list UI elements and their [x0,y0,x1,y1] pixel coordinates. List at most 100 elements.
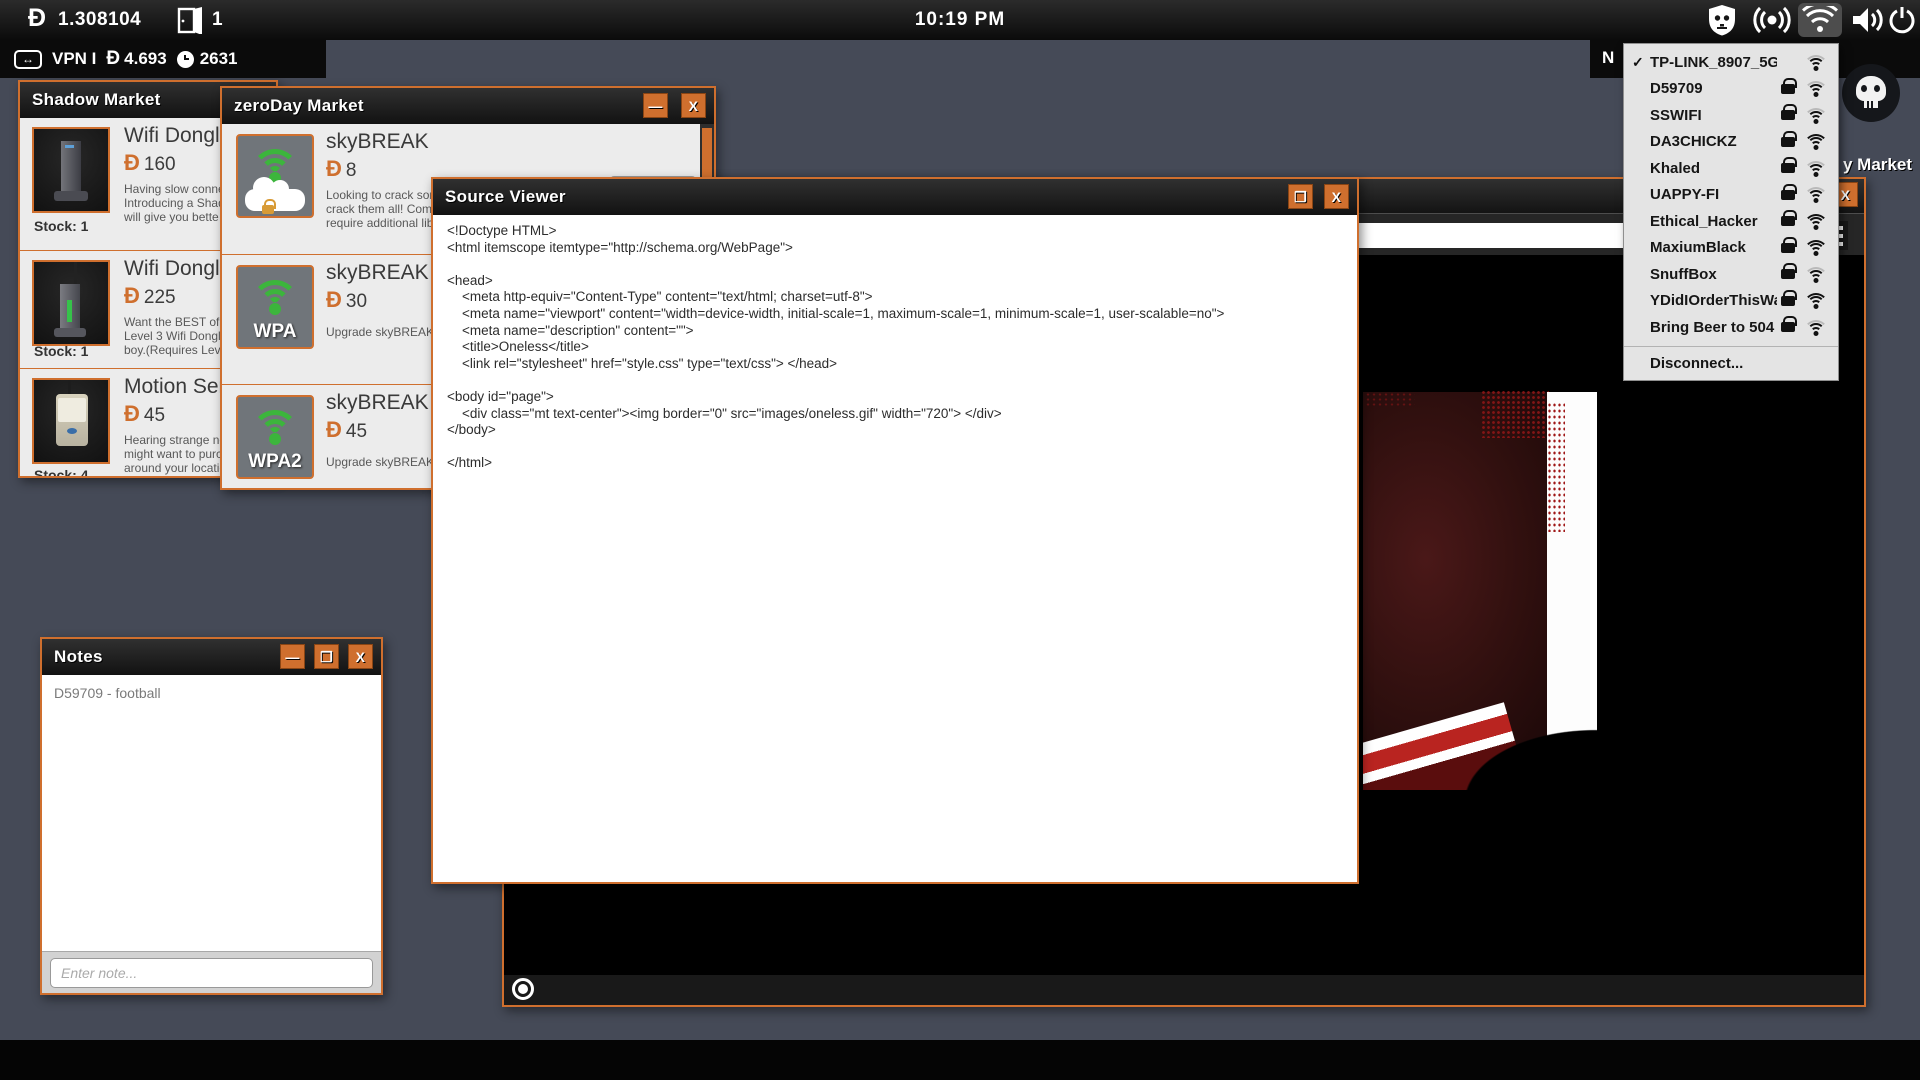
wifi-menu-item[interactable]: ✓ Ethical_Hacker [1624,208,1838,235]
lock-icon [1781,183,1797,200]
item-description: Having slow conne Introducing a Shad wil… [124,182,225,224]
lock-icon [1781,263,1797,280]
wifi-signal-icon [1804,80,1828,97]
wifi-tray-icon[interactable] [1798,3,1842,37]
skybreak-wpa2-icon: WPA2 [236,395,314,479]
item-title: skyBREAK [326,130,429,153]
close-icon[interactable]: X [348,644,373,669]
source-viewer-titlebar[interactable]: Source Viewer ❒ X [433,179,1357,215]
currency-icon: Đ [326,156,342,181]
close-icon[interactable]: X [1324,184,1349,209]
wifi-dongle-image [32,260,110,346]
lock-icon [1781,77,1797,94]
game-desktop: X y Market Shadow Market — S [0,0,1920,1080]
item-description: Upgrade skyBREAK w [326,455,447,469]
security-shield-skull-icon[interactable] [1700,3,1744,37]
lock-icon [1781,210,1797,227]
vpn-label[interactable]: VPN I [52,49,96,69]
lock-icon [1781,316,1797,333]
wifi-signal-icon [1804,133,1828,150]
window-title: Shadow Market [32,90,161,109]
status-bar: Đ 1.308104 1 10:19 PM [0,0,1920,40]
maximize-icon[interactable]: ❒ [314,644,339,669]
lock-icon [1781,236,1797,253]
source-viewer-window: Source Viewer ❒ X <!Doctype HTML> <html … [431,177,1359,884]
wifi-signal-icon [1804,266,1828,283]
network-name: DA3CHICKZ [1650,133,1737,151]
screen-bottom-bar [0,1040,1920,1080]
lock-icon [262,199,276,214]
taskbar-left: ↔ VPN I Đ 4.693 2631 [0,40,326,78]
notes-titlebar[interactable]: Notes — ❒ X [42,639,381,675]
window-title: zeroDay Market [234,96,364,115]
item-description: Hearing strange no might want to purch a… [124,433,229,475]
record-indicator-icon[interactable] [512,978,534,1000]
window-title: Source Viewer [445,187,566,206]
item-description: Looking to crack som crack them all! Com… [326,188,445,230]
lock-icon [1781,289,1797,306]
network-name: Khaled [1650,159,1701,177]
wifi-menu-item[interactable]: ✓ SSWIFI [1624,102,1838,129]
wifi-menu-item[interactable]: ✓ TP-LINK_8907_5G [1624,49,1838,76]
network-name: Ethical_Hacker [1650,212,1758,230]
maximize-icon[interactable]: ❒ [1288,184,1313,209]
currency-icon: Đ [124,283,140,308]
btc-amount: 4.693 [124,49,167,68]
skybreak-icon [236,134,314,218]
wifi-signal-icon [1804,292,1828,309]
currency-icon: Đ [106,48,121,69]
item-description: Upgrade skyBREAK w [326,325,447,339]
lock-icon [1781,104,1797,121]
network-name: YDidIOrderThisWater [1650,292,1777,310]
note-content[interactable]: D59709 - football [54,685,161,701]
menu-separator [1624,345,1838,347]
wifi-signal-icon [1804,160,1828,177]
item-price: Đ 30 [326,287,368,312]
close-icon[interactable]: X [681,93,706,118]
item-description: Want the BEST of t Level 3 Wifi Dongle b… [124,315,228,357]
skull-icon [1856,76,1886,101]
wifi-menu-item[interactable]: ✓ Khaled [1624,155,1838,182]
wifi-signal-icon [1804,186,1828,203]
minimize-icon[interactable]: — [280,644,305,669]
source-code-text: <!Doctype HTML> <html itemscope itemtype… [447,223,1225,471]
item-price: Đ 225 [124,283,176,308]
wifi-menu-item[interactable]: ✓ D59709 [1624,76,1838,103]
notes-footer [42,951,381,993]
disconnect-menu-item[interactable]: Disconnect... [1624,351,1838,378]
timer-value: 2631 [199,49,238,68]
tile-label: WPA [253,321,297,342]
power-icon[interactable] [1884,3,1920,37]
network-name: SnuffBox [1650,265,1717,283]
lock-icon [1781,130,1797,147]
profile-avatar-skull[interactable] [1842,64,1900,122]
wifi-menu-item[interactable]: ✓ Bring Beer to 504 [1624,314,1838,341]
wifi-menu-item[interactable]: ✓ YDidIOrderThisWater [1624,288,1838,315]
network-name: D59709 [1650,80,1703,98]
browser-statusbar [504,975,1864,1005]
network-name: SSWIFI [1650,106,1702,124]
currency-icon: Đ [326,287,342,312]
note-input[interactable] [50,958,373,988]
network-name: TP-LINK_8907_5G [1650,53,1777,71]
skybreak-wpa-icon: WPA [236,265,314,349]
network-name: MaxiumBlack [1650,239,1746,257]
wifi-signal-icon [1804,319,1828,336]
item-price: Đ 160 [124,150,176,175]
wifi-menu-item[interactable]: ✓ SnuffBox [1624,261,1838,288]
clock-time: 10:19 PM [914,9,1006,30]
item-price: Đ 45 [124,401,166,426]
wifi-menu-item[interactable]: ✓ MaxiumBlack [1624,235,1838,262]
minimize-icon[interactable]: — [643,93,668,118]
check-icon: ✓ [1632,53,1644,70]
taskbar-right-fragment: N [1602,48,1615,67]
wifi-dongle-image [32,127,110,213]
webpage-image [1363,372,1597,790]
stock-label: Stock: 1 [34,218,89,234]
window-title: Notes [54,647,103,666]
broadcast-icon[interactable] [1750,3,1794,37]
wifi-menu-item[interactable]: ✓ UAPPY-FI [1624,182,1838,209]
wifi-menu-item[interactable]: ✓ DA3CHICKZ [1624,129,1838,156]
zeroday-titlebar[interactable]: zeroDay Market — X [222,88,714,124]
currency-icon: Đ [326,417,342,442]
